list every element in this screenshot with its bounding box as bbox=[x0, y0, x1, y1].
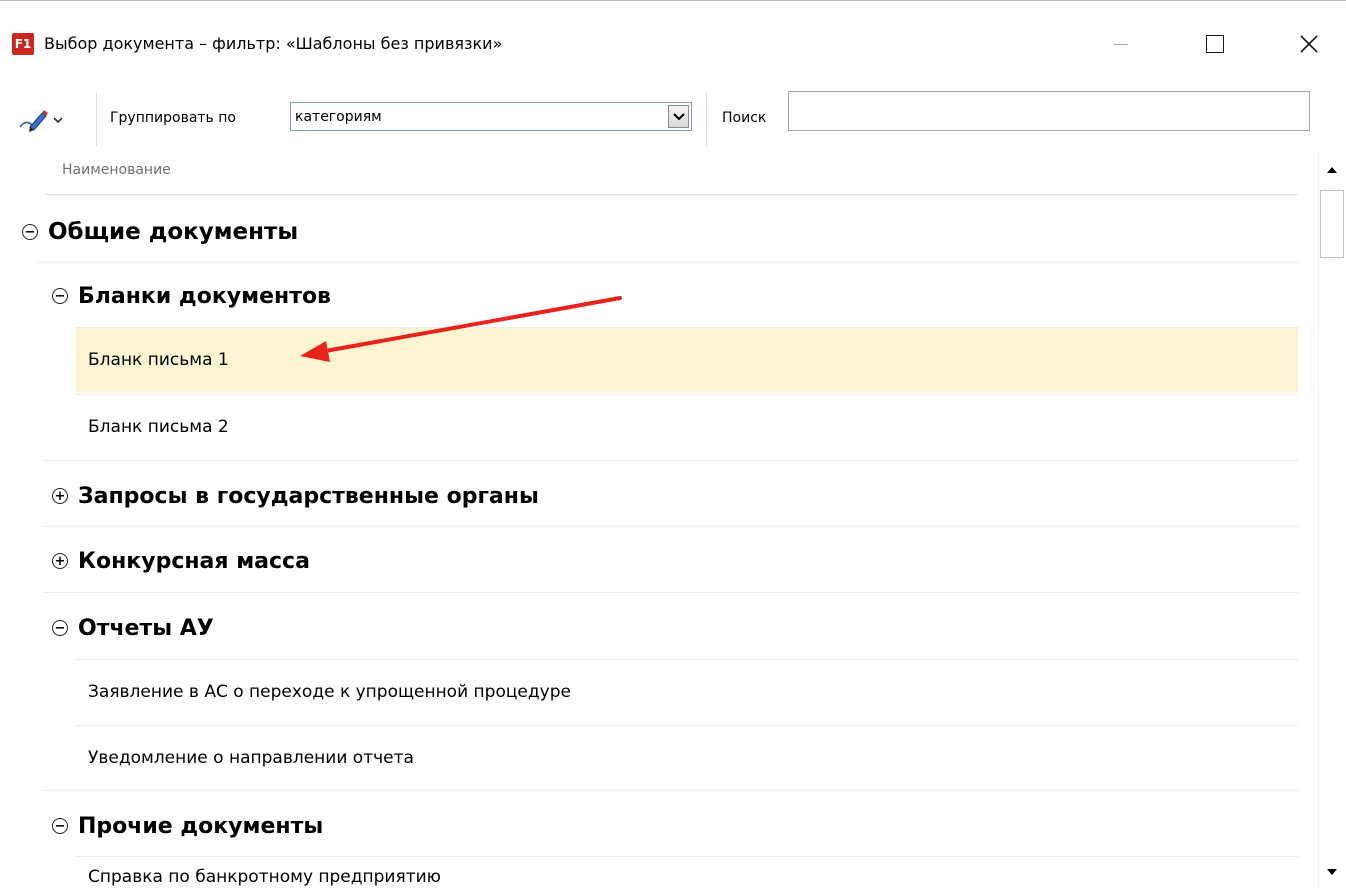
tree-group-au-reports[interactable]: − Отчеты АУ bbox=[52, 610, 214, 646]
tree-item-letter-form-2[interactable]: Бланк письма 2 bbox=[76, 394, 1298, 459]
close-button[interactable] bbox=[1286, 27, 1332, 61]
window-title: Выбор документа – фильтр: «Шаблоны без п… bbox=[44, 34, 503, 53]
tree-group-label: Конкурсная масса bbox=[78, 548, 310, 574]
tree-item-label: Заявление в АС о переходе к упрощенной п… bbox=[88, 682, 571, 702]
tree-item-simplified-procedure-statement[interactable]: Заявление в АС о переходе к упрощенной п… bbox=[76, 659, 1298, 724]
app-logo-icon: F1 bbox=[12, 33, 34, 55]
maximize-icon bbox=[1206, 35, 1224, 53]
pen-menu-icon bbox=[19, 110, 63, 132]
close-icon bbox=[1300, 35, 1318, 53]
tree-group-document-forms[interactable]: − Бланки документов bbox=[52, 278, 331, 314]
vertical-scrollbar[interactable] bbox=[1318, 150, 1346, 888]
tree-group-label: Запросы в государственные органы bbox=[78, 483, 539, 509]
toolbar-separator bbox=[706, 92, 707, 146]
tree-group-bankruptcy-estate[interactable]: + Конкурсная масса bbox=[52, 543, 310, 579]
tree-item-report-notification[interactable]: Уведомление о направлении отчета bbox=[76, 725, 1298, 790]
tree-group-label: Общие документы bbox=[48, 219, 299, 245]
tree-group-label: Прочие документы bbox=[78, 813, 324, 839]
scroll-down-button[interactable] bbox=[1318, 856, 1346, 888]
tree-group-label: Отчеты АУ bbox=[78, 615, 214, 641]
caret-down-icon bbox=[1327, 869, 1337, 875]
collapse-icon[interactable]: − bbox=[22, 224, 38, 240]
expand-icon[interactable]: + bbox=[52, 488, 68, 504]
row-divider bbox=[44, 790, 1298, 791]
scrollbar-thumb[interactable] bbox=[1320, 190, 1344, 258]
tree-group-government-requests[interactable]: + Запросы в государственные органы bbox=[52, 478, 539, 514]
row-divider bbox=[44, 460, 1298, 461]
tree-item-letter-form-1[interactable]: Бланк письма 1 bbox=[76, 327, 1298, 392]
chevron-down-icon bbox=[672, 112, 685, 120]
tree-group-label: Бланки документов bbox=[78, 283, 331, 309]
tree-item-label: Бланк письма 2 bbox=[88, 417, 229, 437]
group-by-label: Группировать по bbox=[110, 110, 236, 126]
row-divider bbox=[38, 262, 1298, 263]
collapse-icon[interactable]: − bbox=[52, 288, 68, 304]
column-header-divider bbox=[44, 194, 1298, 195]
row-divider bbox=[44, 592, 1298, 593]
group-by-select[interactable]: категориям bbox=[290, 102, 692, 131]
tree-item-label: Справка по банкротному предприятию bbox=[88, 866, 441, 887]
search-input[interactable] bbox=[788, 91, 1310, 131]
minimize-icon bbox=[1114, 43, 1128, 45]
tree-item-label: Бланк письма 1 bbox=[88, 350, 229, 370]
toolbar-separator bbox=[96, 92, 97, 146]
expand-icon[interactable]: + bbox=[52, 553, 68, 569]
tree-group-other-documents[interactable]: − Прочие документы bbox=[52, 808, 323, 844]
row-divider bbox=[44, 526, 1298, 527]
minimize-button[interactable] bbox=[1098, 27, 1144, 61]
maximize-button[interactable] bbox=[1192, 27, 1238, 61]
caret-up-icon bbox=[1327, 167, 1337, 173]
collapse-icon[interactable]: − bbox=[52, 620, 68, 636]
search-label: Поиск bbox=[722, 110, 767, 126]
collapse-icon[interactable]: − bbox=[52, 818, 68, 834]
tree-item-label: Уведомление о направлении отчета bbox=[88, 748, 414, 768]
scroll-up-button[interactable] bbox=[1318, 150, 1346, 190]
tools-menu-button[interactable] bbox=[18, 104, 88, 136]
group-by-value: категориям bbox=[295, 109, 382, 125]
dropdown-button[interactable] bbox=[668, 105, 689, 128]
tree-group-general-documents[interactable]: − Общие документы bbox=[22, 214, 298, 250]
tree-item-bankrupt-enterprise-report[interactable]: Справка по банкротному предприятию bbox=[76, 856, 1298, 896]
column-header-name[interactable]: Наименование bbox=[62, 162, 171, 178]
title-bar: F1 Выбор документа – фильтр: «Шаблоны бе… bbox=[0, 0, 1346, 88]
